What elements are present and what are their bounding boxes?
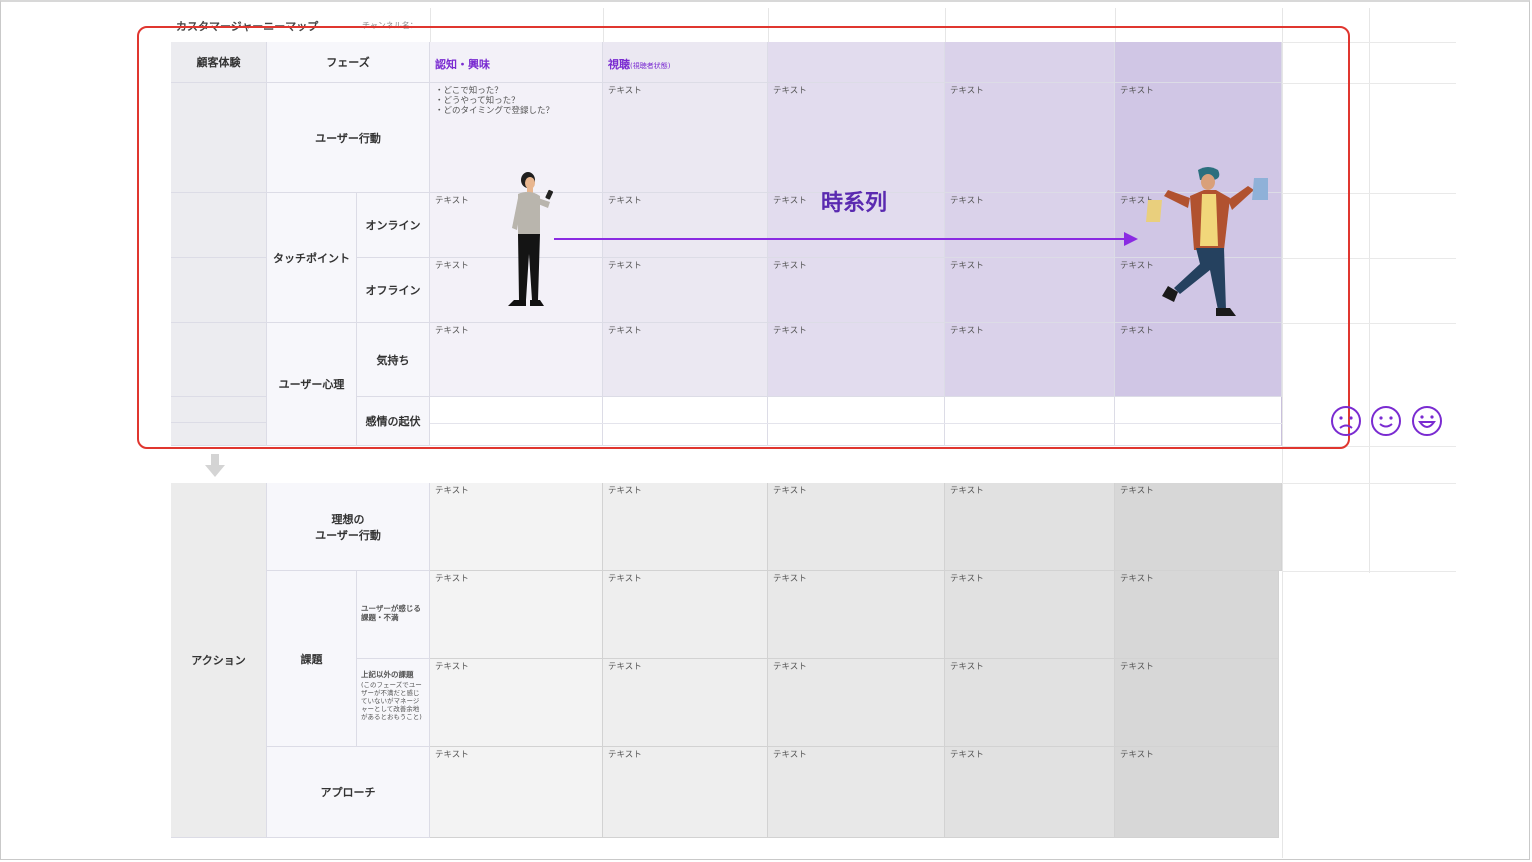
row-issue: 課題 — [267, 571, 357, 747]
cell-text: テキスト — [773, 486, 807, 496]
cell-text: テキスト — [1120, 750, 1154, 760]
action-cell[interactable]: テキスト — [1115, 747, 1279, 838]
row-approach: アプローチ — [267, 747, 430, 838]
down-arrow-icon — [205, 454, 225, 477]
row-issue-user: ユーザーが感じる課題・不満 — [357, 571, 430, 659]
action-cell[interactable]: テキスト — [603, 659, 768, 747]
action-cell[interactable]: テキスト — [430, 659, 603, 747]
cell-text: テキスト — [950, 486, 984, 496]
row-note: (このフェーズでユーザーが不満だと感じていないがマネージャーとして改善余地がある… — [361, 681, 422, 721]
action-cell[interactable]: テキスト — [768, 571, 945, 659]
action-cell[interactable]: テキスト — [603, 571, 768, 659]
smile-face-icon[interactable] — [1370, 405, 1402, 437]
row-label: 理想の ユーザー行動 — [315, 512, 381, 542]
row-action: アクション — [171, 483, 267, 838]
cell-text: テキスト — [773, 662, 807, 672]
sad-face-icon[interactable] — [1330, 405, 1362, 437]
action-cell[interactable]: テキスト — [1115, 659, 1279, 747]
cell-text: テキスト — [435, 574, 469, 584]
action-cell[interactable]: テキスト — [945, 483, 1115, 571]
cell-text: テキスト — [608, 486, 642, 496]
cell-text: テキスト — [1120, 574, 1154, 584]
action-cell[interactable]: テキスト — [768, 483, 945, 571]
cell-text: テキスト — [773, 750, 807, 760]
cell-text: テキスト — [608, 750, 642, 760]
action-cell[interactable]: テキスト — [430, 483, 603, 571]
action-cell[interactable]: テキスト — [768, 747, 945, 838]
person-phone-illustration — [508, 172, 554, 306]
row-label: ユーザーが感じる課題・不満 — [361, 604, 421, 622]
cell-text: テキスト — [773, 574, 807, 584]
cell-text: テキスト — [950, 750, 984, 760]
grid-line — [1282, 571, 1456, 572]
action-cell[interactable]: テキスト — [945, 747, 1115, 838]
cell-text: テキスト — [950, 662, 984, 672]
action-cell[interactable]: テキスト — [945, 571, 1115, 659]
row-label: アクション — [191, 654, 246, 667]
timeline-arrow-head — [1124, 232, 1138, 246]
grin-face-icon[interactable] — [1411, 405, 1443, 437]
action-cell[interactable]: テキスト — [430, 571, 603, 659]
row-ideal-action: 理想の ユーザー行動 — [267, 483, 430, 571]
cell-text: テキスト — [435, 662, 469, 672]
shopper-illustration — [1146, 167, 1268, 316]
action-cell[interactable]: テキスト — [1115, 483, 1282, 571]
row-issue-other: 上記以外の課題 (このフェーズでユーザーが不満だと感じていないがマネージャーとし… — [357, 659, 430, 747]
cell-text: テキスト — [950, 574, 984, 584]
timeline-arrow — [554, 238, 1128, 240]
cell-text: テキスト — [435, 486, 469, 496]
row-label: アプローチ — [320, 786, 376, 799]
cell-text: テキスト — [435, 750, 469, 760]
action-cell[interactable]: テキスト — [1115, 571, 1279, 659]
action-cell[interactable]: テキスト — [603, 483, 768, 571]
grid-line — [1282, 483, 1456, 484]
row-label: 上記以外の課題 — [361, 670, 414, 679]
cell-text: テキスト — [1120, 662, 1154, 672]
grid-line — [1369, 8, 1370, 573]
action-cell[interactable]: テキスト — [945, 659, 1115, 747]
action-cell[interactable]: テキスト — [603, 747, 768, 838]
cell-text: テキスト — [608, 662, 642, 672]
action-cell[interactable]: テキスト — [768, 659, 945, 747]
row-label: 課題 — [300, 652, 323, 666]
action-cell[interactable]: テキスト — [430, 747, 603, 838]
cell-text: テキスト — [1120, 486, 1154, 496]
timeline-label: 時系列 — [821, 191, 888, 216]
cell-text: テキスト — [608, 574, 642, 584]
